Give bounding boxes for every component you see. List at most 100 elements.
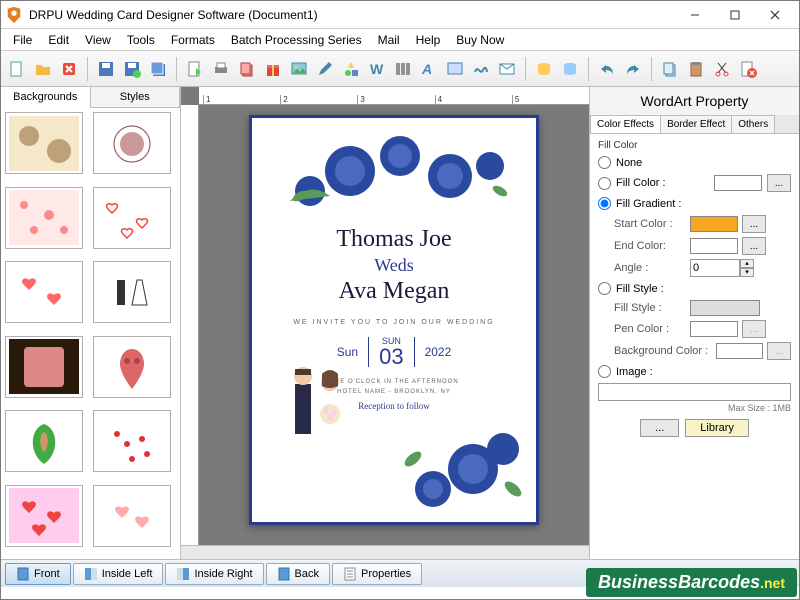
bg-thumb[interactable]: [93, 112, 171, 174]
save-all-icon[interactable]: [146, 57, 170, 81]
couple-illustration[interactable]: [280, 354, 360, 454]
tab-inside-left[interactable]: Inside Left: [73, 563, 164, 585]
bg-thumb[interactable]: [5, 112, 83, 174]
angle-down[interactable]: ▾: [740, 268, 754, 277]
wedding-card[interactable]: Thomas Joe Weds Ava Megan WE INVITE YOU …: [249, 115, 539, 525]
menu-file[interactable]: File: [5, 31, 40, 49]
weds-text[interactable]: Weds: [260, 255, 528, 276]
gift-icon[interactable]: [261, 57, 285, 81]
mail-icon[interactable]: [495, 57, 519, 81]
save-icon[interactable]: [94, 57, 118, 81]
page-icon: [176, 567, 190, 581]
radio-image[interactable]: Image :: [598, 365, 791, 378]
menu-view[interactable]: View: [77, 31, 119, 49]
pen-color-label: Pen Color :: [614, 323, 686, 335]
remove-icon[interactable]: [736, 57, 760, 81]
cut-icon[interactable]: [710, 57, 734, 81]
redo-icon[interactable]: [621, 57, 645, 81]
panel-title: WordArt Property: [590, 87, 799, 115]
minimize-button[interactable]: [675, 2, 715, 28]
fill-color-picker-button[interactable]: ...: [767, 174, 791, 192]
floral-bottom-decoration: [383, 399, 533, 519]
groom-name[interactable]: Thomas Joe: [260, 226, 528, 253]
radio-none[interactable]: None: [598, 156, 791, 169]
tab-inside-right[interactable]: Inside Right: [165, 563, 263, 585]
bg-thumb[interactable]: [93, 261, 171, 323]
menu-batch[interactable]: Batch Processing Series: [223, 31, 370, 49]
menu-formats[interactable]: Formats: [163, 31, 223, 49]
bg-thumb[interactable]: [5, 261, 83, 323]
radio-fill-color[interactable]: Fill Color :: [598, 177, 666, 190]
tab-back[interactable]: Back: [266, 563, 330, 585]
barcode-icon[interactable]: [391, 57, 415, 81]
close-button[interactable]: [755, 2, 795, 28]
browse-button[interactable]: ...: [640, 419, 679, 437]
new-icon[interactable]: [5, 57, 29, 81]
export-icon[interactable]: [183, 57, 207, 81]
day-num: 03: [379, 346, 403, 368]
tab-border-effect[interactable]: Border Effect: [660, 115, 732, 133]
fill-color-swatch[interactable]: [714, 175, 762, 191]
wordart-icon[interactable]: A: [417, 57, 441, 81]
end-color-picker-button[interactable]: ...: [742, 237, 766, 255]
shape-icon[interactable]: [339, 57, 363, 81]
start-color-swatch[interactable]: [690, 216, 738, 232]
bg-thumb[interactable]: [93, 485, 171, 547]
menu-mail[interactable]: Mail: [370, 31, 408, 49]
paste-icon[interactable]: [684, 57, 708, 81]
bg-thumb[interactable]: [93, 336, 171, 398]
print-icon[interactable]: [209, 57, 233, 81]
db-icon[interactable]: [532, 57, 556, 81]
image-path-input[interactable]: [598, 383, 791, 401]
page-icon: [84, 567, 98, 581]
delete-icon[interactable]: [57, 57, 81, 81]
menu-tools[interactable]: Tools: [119, 31, 163, 49]
tab-others[interactable]: Others: [731, 115, 775, 133]
save-as-icon[interactable]: [120, 57, 144, 81]
library-button[interactable]: Library: [685, 419, 749, 437]
bg-thumb[interactable]: [93, 410, 171, 472]
end-color-label: End Color:: [614, 240, 686, 252]
bg-thumb[interactable]: [93, 187, 171, 249]
copy2-icon[interactable]: [658, 57, 682, 81]
pen-icon[interactable]: [313, 57, 337, 81]
menu-buy[interactable]: Buy Now: [448, 31, 512, 49]
start-color-picker-button[interactable]: ...: [742, 215, 766, 233]
tab-styles[interactable]: Styles: [91, 87, 181, 107]
tab-properties[interactable]: Properties: [332, 563, 422, 585]
angle-up[interactable]: ▴: [740, 259, 754, 268]
radio-fill-gradient[interactable]: Fill Gradient :: [598, 197, 791, 210]
max-size-label: Max Size : 1MB: [598, 403, 791, 413]
bride-name[interactable]: Ava Megan: [260, 278, 528, 305]
toolbar: W A: [1, 51, 799, 87]
text-icon[interactable]: W: [365, 57, 389, 81]
image-icon[interactable]: [287, 57, 311, 81]
floral-top-decoration: [260, 121, 540, 231]
signature-icon[interactable]: [469, 57, 493, 81]
bg-thumb[interactable]: [5, 410, 83, 472]
tab-backgrounds[interactable]: Backgrounds: [1, 87, 91, 108]
tab-front[interactable]: Front: [5, 563, 71, 585]
tab-color-effects[interactable]: Color Effects: [590, 115, 661, 133]
maximize-button[interactable]: [715, 2, 755, 28]
db2-icon[interactable]: [558, 57, 582, 81]
pen-color-swatch: [690, 321, 738, 337]
page-icon: [16, 567, 30, 581]
angle-input[interactable]: ▴▾: [690, 259, 754, 277]
invite-text[interactable]: WE INVITE YOU TO JOIN OUR WEDDING: [260, 319, 528, 326]
horizontal-scrollbar[interactable]: [181, 545, 589, 559]
copy-icon[interactable]: [235, 57, 259, 81]
undo-icon[interactable]: [595, 57, 619, 81]
radio-fill-style[interactable]: Fill Style :: [598, 282, 791, 295]
canvas-scroll[interactable]: Thomas Joe Weds Ava Megan WE INVITE YOU …: [199, 105, 589, 545]
app-icon: [5, 6, 23, 24]
bg-thumb[interactable]: [5, 336, 83, 398]
clipart-icon[interactable]: [443, 57, 467, 81]
open-icon[interactable]: [31, 57, 55, 81]
bg-color-label: Background Color :: [614, 345, 712, 357]
bg-thumb[interactable]: [5, 485, 83, 547]
menu-edit[interactable]: Edit: [40, 31, 77, 49]
bg-thumb[interactable]: [5, 187, 83, 249]
end-color-swatch[interactable]: [690, 238, 738, 254]
menu-help[interactable]: Help: [408, 31, 449, 49]
